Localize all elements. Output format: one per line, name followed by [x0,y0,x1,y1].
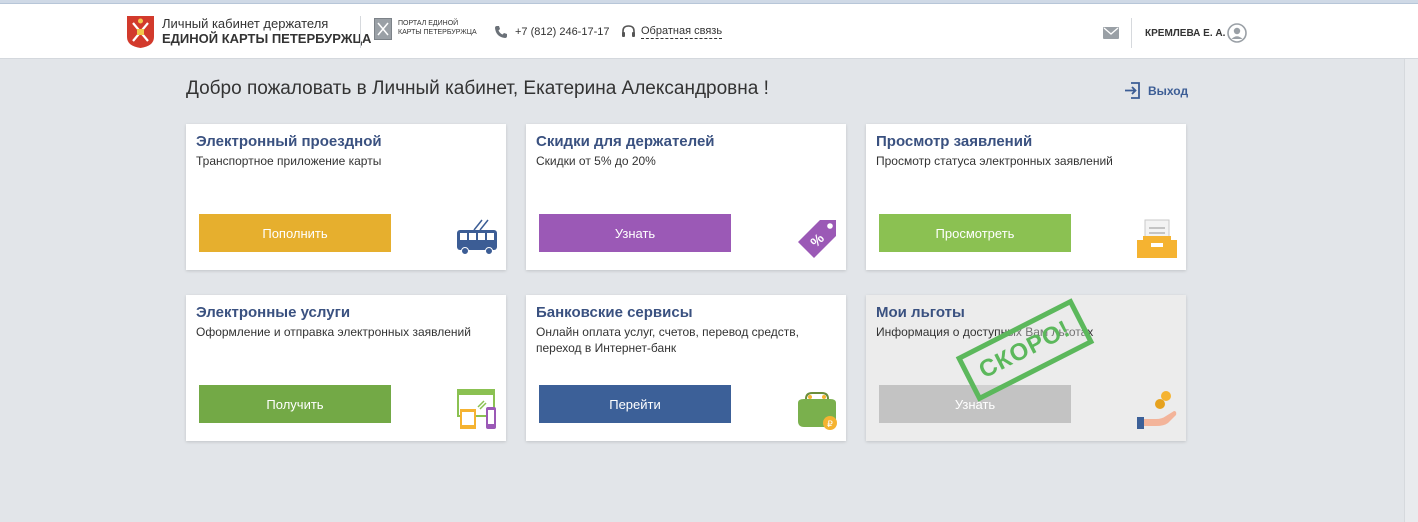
mail-icon[interactable] [1103,27,1119,39]
svg-text:₽: ₽ [827,419,833,429]
logout-icon[interactable] [1124,82,1141,99]
portal-link-line1: ПОРТАЛ ЕДИНОЙ [398,20,459,27]
portal-link[interactable]: ПОРТАЛ ЕДИНОЙ КАРТЫ ПЕТЕРБУРЖЦА [398,19,482,37]
go-banking-button[interactable]: Перейти [539,385,731,423]
card-applications: Просмотр заявлений Просмотр статуса элек… [866,124,1186,270]
phone-number[interactable]: +7 (812) 246-17-17 [515,26,609,38]
card-title: Скидки для держателей [536,133,715,150]
view-applications-button[interactable]: Просмотреть [879,214,1071,252]
card-discounts: Скидки для держателей Скидки от 5% до 20… [526,124,846,270]
card-description: Транспортное приложение карты [196,154,382,168]
card-description: Онлайн оплата услуг, счетов, перевод сре… [536,325,799,355]
card-title: Просмотр заявлений [876,133,1033,150]
trolleybus-icon [457,219,497,255]
card-description: Скидки от 5% до 20% [536,154,656,168]
scrollbar[interactable] [1404,59,1418,522]
card-title: Банковские сервисы [536,304,693,321]
card-title: Электронные услуги [196,304,351,321]
card-description: Оформление и отправка электронных заявле… [196,325,471,339]
brand-title-line1: Личный кабинет держателя [162,16,329,31]
devices-icon [457,389,496,429]
get-services-button[interactable]: Получить [199,385,391,423]
header: Личный кабинет держателя ЕДИНОЙ КАРТЫ ПЕ… [0,4,1418,59]
feedback-link[interactable]: Обратная связь [641,25,723,39]
inbox-icon [1137,219,1177,258]
card-e-services: Электронные услуги Оформление и отправка… [186,295,506,441]
top-up-button[interactable]: Пополнить [199,214,391,252]
headset-icon [622,25,635,37]
user-name[interactable]: КРЕМЛЕВА Е. А. [1145,28,1225,39]
card-title: Мои льготы [876,304,965,321]
portal-emblem-icon[interactable] [374,18,392,40]
user-divider [1131,18,1132,48]
card-travel-pass: Электронный проездной Транспортное прило… [186,124,506,270]
brand-title-line2: ЕДИНОЙ КАРТЫ ПЕТЕРБУРЖЦА [162,31,372,46]
card-description: Просмотр статуса электронных заявлений [876,154,1113,168]
user-avatar-icon[interactable] [1227,23,1247,43]
welcome-heading: Добро пожаловать в Личный кабинет, Екате… [186,78,769,99]
logout-link[interactable]: Выход [1148,84,1188,98]
header-divider [360,16,361,48]
card-title: Электронный проездной [196,133,382,150]
discount-tag-icon: % [798,220,836,258]
wallet-icon: ₽ [798,392,837,430]
coat-of-arms-icon [127,16,154,48]
learn-discounts-button[interactable]: Узнать [539,214,731,252]
coins-hand-icon [1137,391,1177,429]
portal-link-line2: КАРТЫ ПЕТЕРБУРЖЦА [398,29,477,36]
card-banking: Банковские сервисы Онлайн оплата услуг, … [526,295,846,441]
phone-icon [495,26,507,38]
